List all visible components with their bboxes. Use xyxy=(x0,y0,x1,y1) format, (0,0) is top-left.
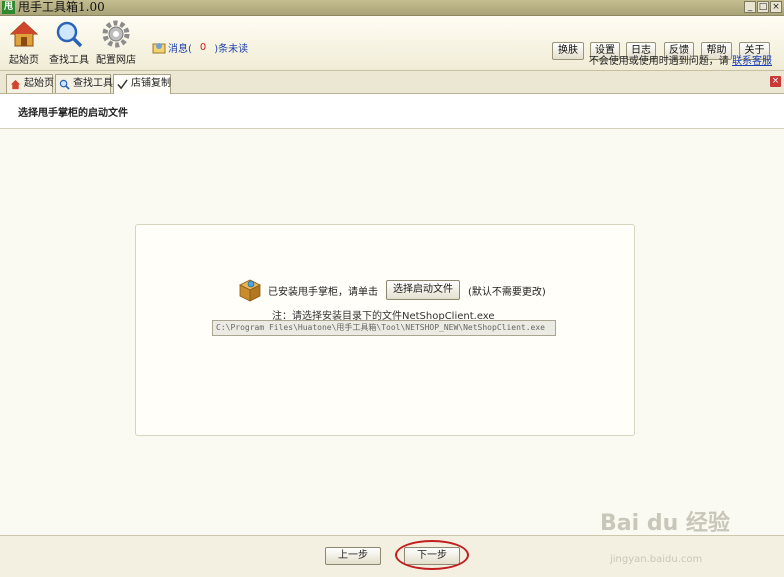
message-notice[interactable]: 消息( 0 )条未读 xyxy=(152,40,248,55)
gear-icon xyxy=(102,20,130,48)
section-title: 选择甩手掌柜的启动文件 xyxy=(18,108,128,119)
installed-text: 已安装甩手掌柜，请单击 xyxy=(268,286,378,298)
tool-configure-store[interactable]: 配置网店 xyxy=(94,19,138,67)
tool-label: 查找工具 xyxy=(49,55,89,66)
tab-bar: 起始页 查找工具 店铺复制 xyxy=(0,71,784,94)
help-line: 不会使用或使用时遇到问题，请 联系客服 xyxy=(589,52,772,67)
file-path-field[interactable]: C:\Program Files\Huatone\甩手工具箱\Tool\NETS… xyxy=(212,320,556,336)
home-icon xyxy=(10,79,21,90)
default-hint: (默认不需要更改) xyxy=(468,286,546,298)
home-icon xyxy=(9,21,39,47)
choose-start-file-button[interactable]: 选择启动文件 xyxy=(386,280,460,300)
close-tab-icon[interactable]: × xyxy=(770,76,781,87)
checkmark-icon xyxy=(117,79,128,90)
install-row: 已安装甩手掌柜，请单击 选择启动文件 (默认不需要更改) xyxy=(238,278,546,302)
message-suffix: )条未读 xyxy=(214,44,249,55)
message-icon xyxy=(152,42,166,53)
tab-label: 查找工具 xyxy=(73,78,113,89)
tab-find-tools[interactable]: 查找工具 xyxy=(55,74,113,93)
previous-step-button[interactable]: 上一步 xyxy=(325,547,381,565)
close-window-button[interactable]: × xyxy=(770,1,782,13)
tool-label: 配置网店 xyxy=(96,55,136,66)
window-title: 甩手工具箱1.00 xyxy=(18,0,105,14)
skin-button[interactable]: 换肤 xyxy=(552,42,584,60)
magnifier-icon xyxy=(56,21,83,48)
help-text: 不会使用或使用时遇到问题，请 xyxy=(588,56,729,67)
baidu-watermark-url: jingyan.baidu.com xyxy=(610,554,703,565)
highlight-ring xyxy=(395,540,469,570)
message-prefix: 消息( xyxy=(168,44,192,55)
app-logo-icon: 甩 xyxy=(2,1,15,14)
minimize-button[interactable]: _ xyxy=(744,1,756,13)
section-header: 选择甩手掌柜的启动文件 xyxy=(0,94,784,129)
tool-label: 起始页 xyxy=(9,55,39,66)
tab-start-page[interactable]: 起始页 xyxy=(6,74,54,93)
baidu-watermark: Bai du 经验 xyxy=(600,511,730,536)
tab-label: 店铺复制 xyxy=(131,78,171,89)
contact-support-link[interactable]: 联系客服 xyxy=(732,56,772,67)
magnifier-icon xyxy=(59,79,70,90)
message-count: 0 xyxy=(199,42,207,53)
tab-store-copy[interactable]: 店铺复制 xyxy=(113,74,171,94)
tool-start-page[interactable]: 起始页 xyxy=(2,19,46,67)
title-bar: 甩 甩手工具箱1.00 _ □ × xyxy=(0,0,784,16)
tool-find-tools[interactable]: 查找工具 xyxy=(47,19,91,67)
package-box-icon xyxy=(239,279,261,302)
maximize-button[interactable]: □ xyxy=(757,1,769,13)
tab-label: 起始页 xyxy=(24,78,54,89)
